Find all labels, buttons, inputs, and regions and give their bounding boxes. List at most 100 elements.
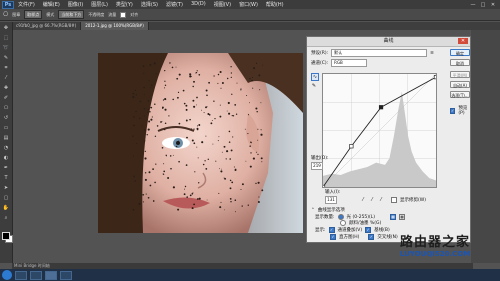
menu-item[interactable]: 滤镜(T) [162,1,187,8]
brush-tool-icon[interactable]: ✐ [2,95,10,101]
menu-item[interactable]: 图层(L) [87,1,112,8]
curves-graph[interactable] [320,73,439,190]
freckle-speck [167,177,170,179]
freckle-speck [134,181,136,183]
cancel-button[interactable]: 取消 [450,59,470,66]
freckle-speck [198,124,201,126]
smooth-button[interactable]: 平滑(M) [450,71,470,78]
detailed-grid-icon[interactable]: ▦ [399,214,406,220]
maximize-button[interactable]: □ [479,2,487,8]
taskbar-app-1[interactable] [15,270,27,280]
channel-overlay-checkbox[interactable]: ✓ [328,227,335,233]
menu-item[interactable]: 图像(I) [64,1,87,8]
black-point-eyedropper-icon[interactable]: ⁄ [360,197,366,203]
healing-tool-icon[interactable]: ✚ [2,85,10,91]
auto-button[interactable]: 自动(A) [450,81,470,88]
show-clipping-checkbox[interactable] [391,197,397,203]
tab-document-1[interactable]: c91fb0_jpg @ 66.7%(RGB/8#) [12,22,82,30]
baseline-checkbox[interactable]: ✓ [365,227,372,233]
freckle-speck [249,78,251,80]
ok-button[interactable]: 确定 [450,49,470,56]
aligned-checkbox[interactable] [120,11,127,18]
taskbar-photoshop[interactable] [45,270,57,280]
shape-tool-icon[interactable]: ▢ [2,195,10,201]
clone-stamp-tool-icon[interactable]: ⎔ [2,105,10,111]
options-expand-icon[interactable]: ⌃ [311,208,315,213]
blur-tool-icon[interactable]: ◔ [2,145,10,151]
type-tool-icon[interactable]: T [2,175,10,181]
freckle-speck [205,89,208,92]
freckle-speck [172,98,174,101]
menu-item[interactable]: 帮助(H) [262,1,288,8]
taskbar-app-4[interactable] [60,270,72,280]
freckle-speck [221,82,224,84]
start-button[interactable] [2,270,12,280]
freckle-speck [262,64,264,66]
eraser-tool-icon[interactable]: ▭ [2,125,10,131]
freckle-speck [147,128,150,131]
dodge-tool-icon[interactable]: ◐ [2,155,10,161]
dialog-close-icon[interactable]: ✕ [458,38,468,44]
tab-document-2[interactable]: 2012-1.jpg @ 100%(RGB/8#) [81,22,149,30]
foreground-color-swatch[interactable] [2,232,10,240]
marquee-tool-icon[interactable]: ⬚ [2,35,10,41]
curve-control-point[interactable] [433,74,439,80]
freckle-speck [138,117,141,120]
menu-item[interactable]: 3D(D) [187,1,210,8]
freckle-speck [226,77,229,80]
pencil-tool-icon[interactable]: ✎ [311,83,317,89]
freckle-speck [152,168,154,170]
path-select-tool-icon[interactable]: ➤ [2,185,10,191]
preview-checkbox[interactable]: ✓ [450,107,456,114]
intersection-checkbox[interactable]: ✓ [368,234,375,240]
crop-tool-icon[interactable]: ⌗ [2,65,10,71]
pen-tool-icon[interactable]: ✒ [2,165,10,171]
freckle-speck [171,66,174,69]
curve-chart [320,73,439,190]
stamp-tool-icon[interactable]: ⎔ [3,11,8,18]
freckle-speck [230,72,233,74]
freckle-speck [152,200,155,202]
freckle-speck [201,141,204,144]
options-button[interactable]: 选项(T)... [450,91,470,98]
canvas-image[interactable] [98,53,303,233]
history-brush-tool-icon[interactable]: ↺ [2,115,10,121]
menu-item[interactable]: 类型(Y) [112,1,137,8]
menu-item[interactable]: 窗口(W) [235,1,262,8]
freckle-speck [240,87,242,89]
opacity-label: 不透明度 [88,11,105,17]
quick-select-tool-icon[interactable]: ✎ [2,55,10,61]
histogram-checkbox[interactable]: ✓ [330,234,336,240]
sample-layers-select[interactable]: 当前和下方 [58,10,85,19]
menu-item[interactable]: 编辑(E) [39,1,64,8]
move-tool-icon[interactable]: ✥ [2,25,10,31]
curve-control-point[interactable] [320,184,326,190]
curve-control-point[interactable] [378,105,384,110]
curve-point-tool-icon[interactable]: ∿ [311,73,319,81]
output-field[interactable]: 219 [311,162,323,170]
gradient-tool-icon[interactable]: ▤ [2,135,10,141]
zoom-tool-icon[interactable]: ⌕ [2,215,10,221]
lasso-tool-icon[interactable]: ➰ [2,45,10,51]
hand-tool-icon[interactable]: ✋ [2,205,10,211]
channel-select[interactable]: RGB [331,59,368,67]
close-button[interactable]: ✕ [489,2,497,8]
freckle-speck [241,205,243,207]
preset-select[interactable]: 默认 [331,49,428,57]
gray-point-eyedropper-icon[interactable]: ⁄ [369,197,375,203]
preset-label: 预设(R): [311,51,329,56]
input-field[interactable]: 131 [325,196,337,204]
sample-field[interactable]: 取样点 [24,10,43,19]
freckle-speck [193,105,196,108]
menu-item[interactable]: 选择(S) [137,1,162,8]
preset-menu-icon[interactable]: ≡ [430,51,434,56]
minimize-button[interactable]: — [469,2,477,8]
menu-item[interactable]: 视图(V) [210,1,235,8]
eyedropper-tool-icon[interactable]: ⁄ [2,75,10,81]
white-point-eyedropper-icon[interactable]: ⁄ [378,197,384,203]
pigment-radio[interactable] [340,220,346,226]
menu-item[interactable]: 文件(F) [14,1,39,8]
simple-grid-icon[interactable]: ▦ [390,214,397,220]
taskbar-app-2[interactable] [30,270,42,280]
curve-control-point[interactable] [349,144,354,149]
